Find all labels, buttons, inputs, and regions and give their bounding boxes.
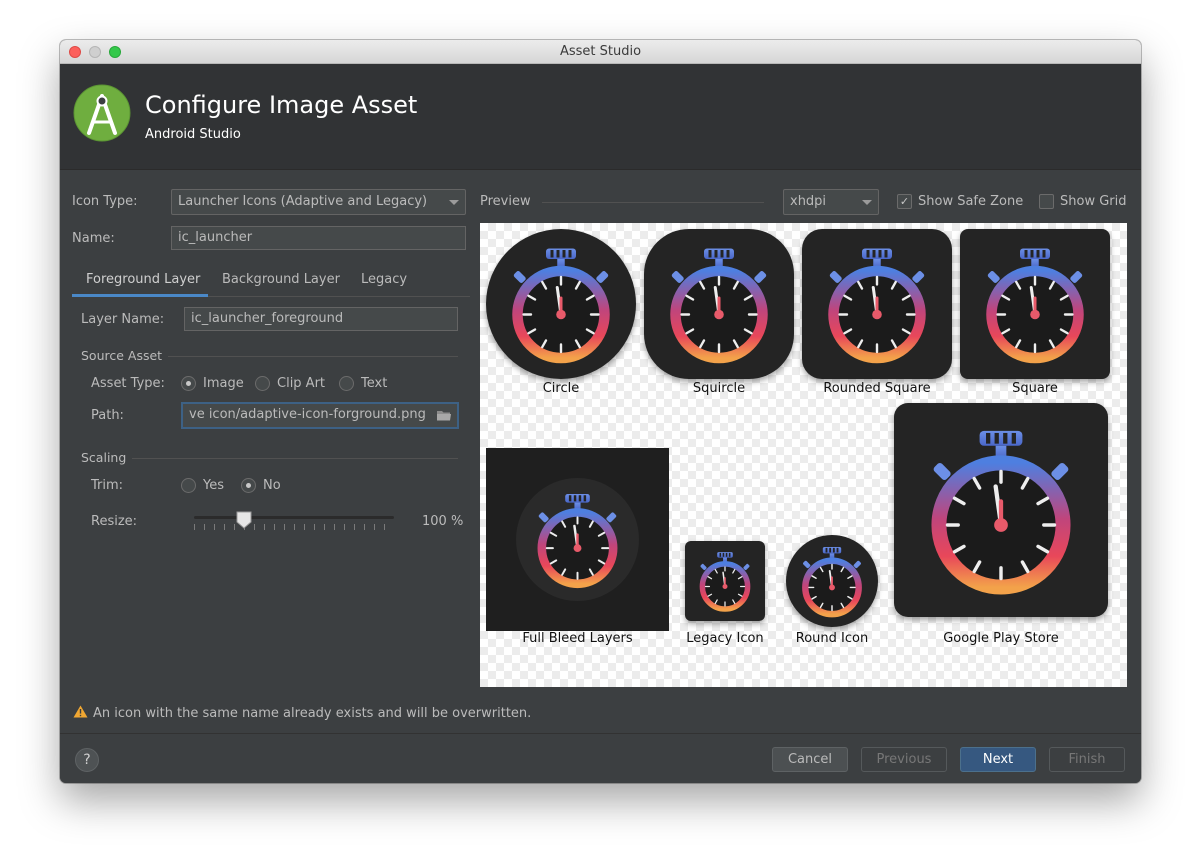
help-button[interactable]: ?	[75, 748, 99, 772]
trim-no-radio[interactable]	[241, 478, 256, 493]
preview-round-icon	[786, 535, 878, 627]
preview-label-rounded-square: Rounded Square	[823, 381, 931, 396]
warning-message: An icon with the same name already exist…	[73, 705, 531, 721]
layer-name-field[interactable]: ic_launcher_foreground	[184, 307, 458, 331]
preview-heading: Preview	[480, 194, 531, 209]
preview-label-round-icon: Round Icon	[795, 631, 869, 646]
asset-type-clip-art-radio[interactable]	[255, 376, 270, 391]
name-field[interactable]: ic_launcher	[171, 226, 466, 250]
scaling-separator	[132, 458, 458, 459]
preview-label-full-bleed-layers: Full Bleed Layers	[522, 631, 633, 646]
full-bleed-safe-zone	[516, 478, 639, 601]
preview-rounded-square	[802, 229, 952, 379]
icon-type-label: Icon Type:	[72, 194, 138, 209]
source-asset-heading: Source Asset	[81, 348, 163, 363]
show-safe-zone-checkbox[interactable]: ✓	[897, 194, 912, 209]
preview-label-google-play-store: Google Play Store	[943, 631, 1059, 646]
path-value: ve icon/adaptive-icon-forground.png	[189, 407, 426, 422]
preview-label-squircle: Squircle	[692, 381, 746, 396]
trim-no-label[interactable]: No	[263, 478, 281, 493]
icon-type-dropdown[interactable]: Launcher Icons (Adaptive and Legacy)	[171, 189, 466, 215]
stopwatch-icon	[644, 229, 794, 379]
warning-icon	[73, 705, 88, 718]
asset-studio-window: Asset Studio Configure Image Asset Andro…	[60, 40, 1141, 783]
asset-type-text-label[interactable]: Text	[361, 376, 387, 391]
preview-square	[960, 229, 1110, 379]
resize-value: 100 %	[422, 514, 464, 529]
preview-label-legacy-icon: Legacy Icon	[686, 631, 764, 646]
stopwatch-icon	[486, 229, 636, 379]
stopwatch-icon	[802, 229, 952, 379]
show-safe-zone-label[interactable]: Show Safe Zone	[918, 194, 1023, 209]
tab-legacy[interactable]: Legacy	[361, 272, 407, 287]
asset-type-text-radio[interactable]	[339, 376, 354, 391]
warning-text: An icon with the same name already exist…	[93, 706, 532, 721]
density-dropdown[interactable]: xhdpi	[783, 189, 879, 215]
wizard-footer: ? Cancel Previous Next Finish	[60, 733, 1141, 783]
resize-label: Resize:	[91, 514, 138, 529]
stopwatch-icon	[960, 229, 1110, 379]
preview-label-square: Square	[1012, 381, 1058, 396]
asset-type-image-label[interactable]: Image	[203, 376, 244, 391]
preview-label-circle: Circle	[542, 381, 580, 396]
preview-circle	[486, 229, 636, 379]
asset-type-clip-art-label[interactable]: Clip Art	[277, 376, 325, 391]
selected-tab-indicator	[72, 294, 208, 297]
tab-foreground-layer[interactable]: Foreground Layer	[86, 272, 200, 287]
resize-slider-ticks	[194, 524, 394, 530]
folder-icon[interactable]	[436, 409, 452, 422]
next-button[interactable]: Next	[960, 747, 1036, 772]
resize-slider-thumb[interactable]	[236, 511, 252, 529]
density-value: xhdpi	[790, 194, 827, 209]
window-title: Asset Studio	[559, 44, 642, 59]
icon-type-value: Launcher Icons (Adaptive and Legacy)	[178, 194, 428, 209]
resize-slider-track[interactable]	[194, 516, 394, 519]
path-label: Path:	[91, 408, 124, 423]
source-asset-separator	[168, 356, 458, 357]
preview-separator	[542, 202, 764, 203]
trim-yes-label[interactable]: Yes	[203, 478, 224, 493]
show-grid-checkbox[interactable]	[1039, 194, 1054, 209]
wizard-header: Configure Image Asset Android Studio	[60, 64, 1141, 170]
asset-type-label: Asset Type:	[91, 376, 165, 391]
cancel-button[interactable]: Cancel	[772, 747, 848, 772]
chevron-down-icon	[862, 200, 872, 205]
preview-google-play-store	[894, 403, 1108, 617]
stopwatch-icon	[516, 478, 639, 601]
android-studio-logo-icon	[73, 84, 131, 142]
layer-name-label: Layer Name:	[81, 312, 165, 327]
chevron-down-icon	[449, 200, 459, 205]
header-subtitle: Android Studio	[145, 127, 241, 142]
trim-label: Trim:	[91, 478, 124, 493]
tab-background-layer[interactable]: Background Layer	[222, 272, 340, 287]
preview-full-bleed-layers	[486, 448, 669, 631]
scaling-heading: Scaling	[81, 450, 127, 465]
preview-canvas: Circle Squircle Rounded Square Square Fu…	[480, 223, 1127, 687]
previous-button[interactable]: Previous	[861, 747, 947, 772]
path-field[interactable]: ve icon/adaptive-icon-forground.png	[181, 402, 459, 429]
stopwatch-icon	[894, 403, 1108, 617]
preview-legacy-icon	[685, 541, 765, 621]
preview-squircle	[644, 229, 794, 379]
name-label: Name:	[72, 231, 115, 246]
stopwatch-icon	[786, 535, 878, 627]
asset-type-image-radio[interactable]	[181, 376, 196, 391]
header-title: Configure Image Asset	[145, 91, 418, 119]
show-grid-label[interactable]: Show Grid	[1060, 194, 1127, 209]
title-bar: Asset Studio	[60, 40, 1141, 64]
trim-yes-radio[interactable]	[181, 478, 196, 493]
stopwatch-icon	[686, 542, 764, 620]
finish-button[interactable]: Finish	[1049, 747, 1125, 772]
